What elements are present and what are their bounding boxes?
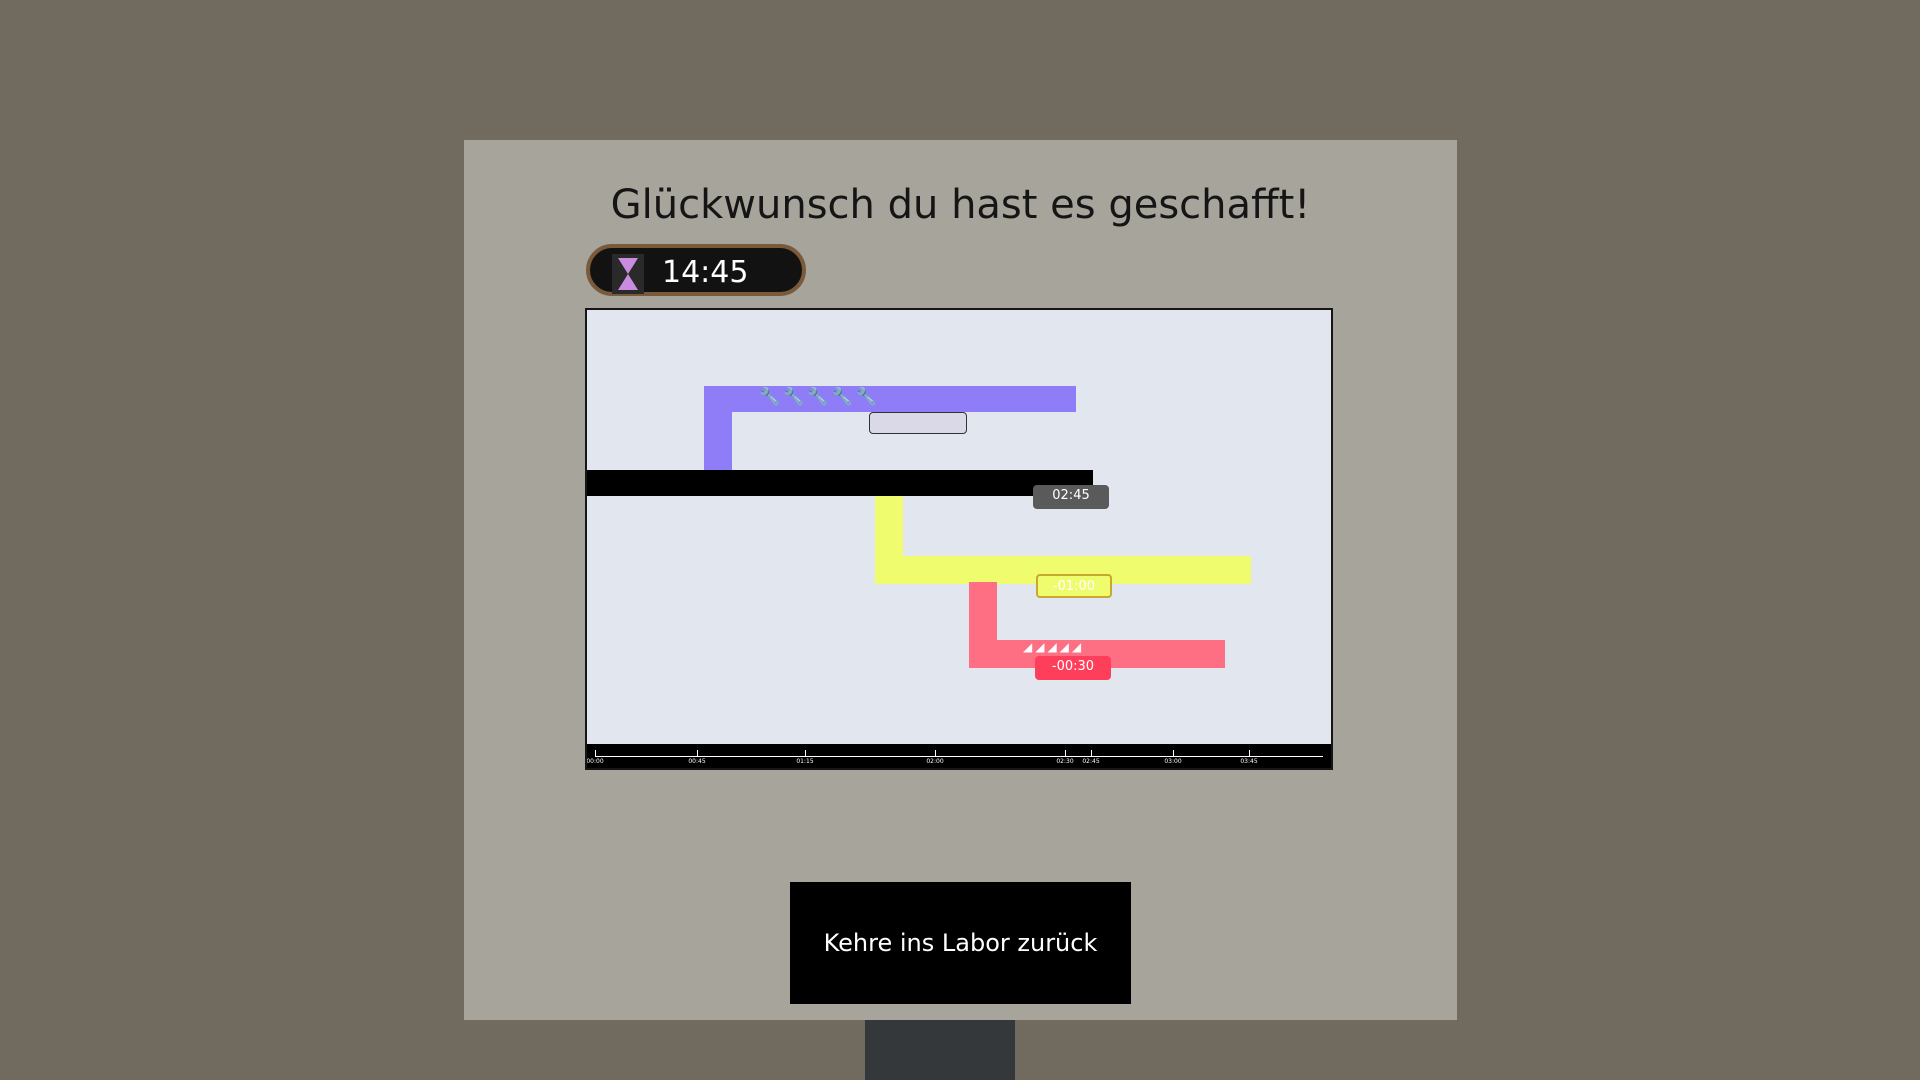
return-to-lab-button[interactable]: Kehre ins Labor zurück <box>790 882 1131 1004</box>
red-track-connector <box>969 582 997 644</box>
timer-value: 14:45 <box>662 255 749 290</box>
axis-tick <box>1091 750 1092 757</box>
axis-tick-label: 03:45 <box>1240 758 1258 765</box>
axis-tick-label: 02:45 <box>1082 758 1100 765</box>
time-axis: 00:00 00:45 01:15 02:00 02:30 02:45 03:00 03:45 <box>587 744 1331 768</box>
axis-tick-label: 02:30 <box>1056 758 1074 765</box>
purple-track-tag <box>869 412 967 434</box>
purple-track-connector <box>704 410 732 470</box>
dialog-title: Glückwunsch du hast es geschafft! <box>610 182 1311 228</box>
axis-tick-label: 01:15 <box>796 758 814 765</box>
timeline-chart: 🔧🔧🔧🔧🔧 02:45 -01:00 ◢◢◢◢◢ -00:30 00:00 00:… <box>585 308 1333 770</box>
axis-tick <box>1173 750 1174 757</box>
wrench-icon: 🔧🔧🔧🔧🔧 <box>759 387 880 407</box>
red-track-tag: -00:30 <box>1035 656 1111 680</box>
yellow-track-connector <box>875 496 903 560</box>
time-axis-line <box>595 756 1323 757</box>
yellow-track-tag: -01:00 <box>1036 574 1112 598</box>
hammer-icon: ◢◢◢◢◢ <box>1023 640 1085 654</box>
axis-tick-label: 02:00 <box>926 758 944 765</box>
completion-dialog: Glückwunsch du hast es geschafft! 14:45 … <box>464 140 1457 1020</box>
axis-tick-label: 00:45 <box>688 758 706 765</box>
axis-tick <box>805 750 806 757</box>
axis-tick <box>1249 750 1250 757</box>
axis-tick <box>1065 750 1066 757</box>
black-track-bar <box>587 470 1093 496</box>
black-track-tag: 02:45 <box>1033 485 1109 509</box>
axis-tick <box>935 750 936 757</box>
axis-tick <box>595 750 596 757</box>
axis-tick-label: 03:00 <box>1164 758 1182 765</box>
hourglass-icon <box>612 254 644 294</box>
axis-tick <box>697 750 698 757</box>
axis-tick-label: 00:00 <box>586 758 604 765</box>
timer-display: 14:45 <box>586 244 806 296</box>
